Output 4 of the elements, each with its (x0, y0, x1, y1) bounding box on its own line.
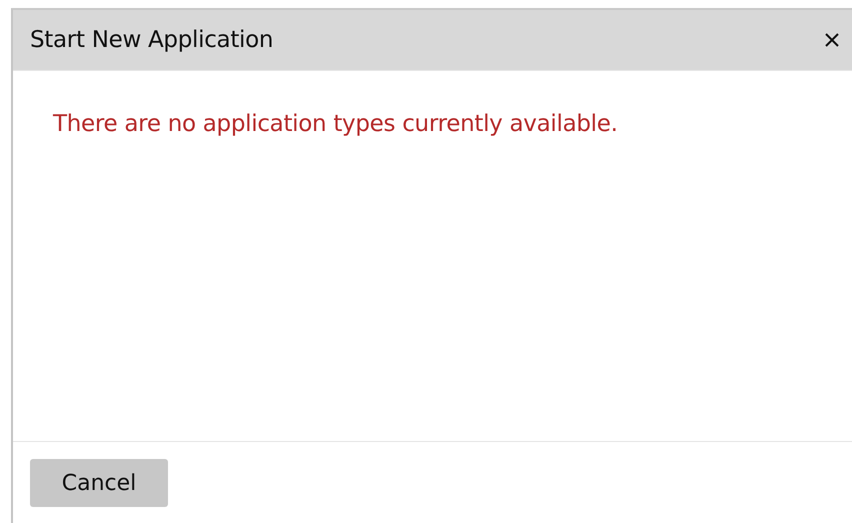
close-icon (824, 32, 840, 48)
dialog-title: Start New Application (30, 27, 274, 53)
error-message: There are no application types currently available. (53, 111, 619, 137)
cancel-button[interactable]: Cancel (30, 459, 168, 507)
